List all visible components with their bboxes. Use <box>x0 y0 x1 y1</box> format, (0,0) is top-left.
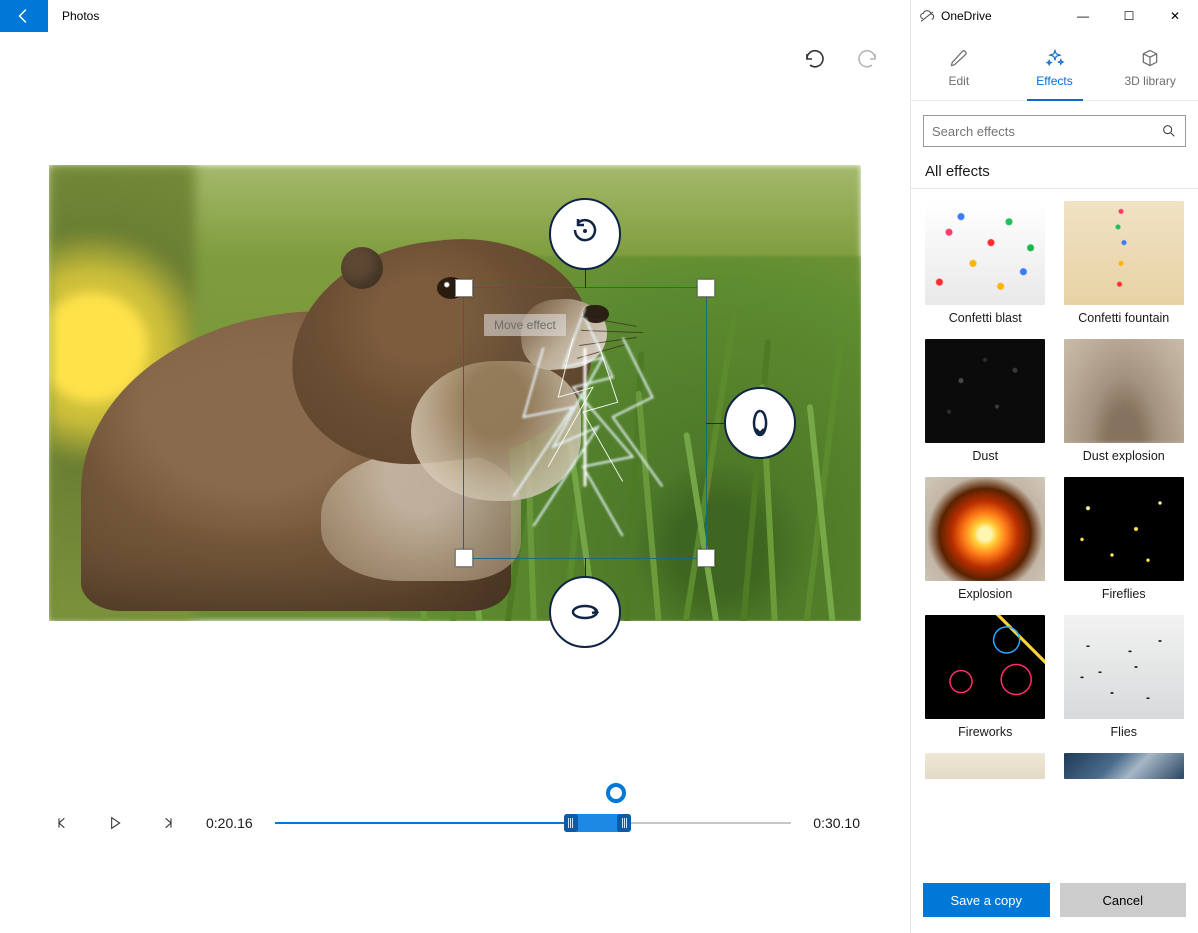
effect-thumb <box>1064 339 1184 443</box>
current-time: 0:20.16 <box>206 815 253 831</box>
play-button[interactable] <box>102 810 128 836</box>
effect-label: Confetti fountain <box>1078 311 1169 325</box>
frame-back-button[interactable] <box>50 810 76 836</box>
tab-effects-label: Effects <box>1036 74 1072 88</box>
effect-thumb <box>1064 477 1184 581</box>
back-button[interactable] <box>0 0 48 32</box>
tab-3d-library[interactable]: 3D library <box>1102 42 1198 100</box>
clip-handle-left[interactable] <box>564 814 578 832</box>
pencil-icon <box>949 48 969 68</box>
search-icon <box>1161 123 1177 139</box>
search-effects[interactable] <box>923 115 1186 147</box>
effect-label: Confetti blast <box>949 311 1022 325</box>
tab-edit[interactable]: Edit <box>911 42 1007 100</box>
cube-icon <box>1140 48 1160 68</box>
side-panel: OneDrive — ☐ ✕ Edit Effects 3D library A… <box>910 0 1198 933</box>
side-title-bar: OneDrive — ☐ ✕ <box>911 0 1198 32</box>
effect-thumb <box>925 339 1045 443</box>
effect-confetti-fountain[interactable]: Confetti fountain <box>1062 201 1187 325</box>
onedrive-icon <box>919 8 935 24</box>
effect-thumb <box>925 753 1045 779</box>
effect-thumb <box>1064 753 1184 779</box>
tab-edit-label: Edit <box>948 74 969 88</box>
move-effect-tooltip: Move effect <box>484 314 566 336</box>
arrow-left-icon <box>15 7 33 25</box>
search-input[interactable] <box>932 124 1161 139</box>
effect-label: Dust <box>972 449 998 463</box>
cancel-button[interactable]: Cancel <box>1060 883 1187 917</box>
effect-label: Dust explosion <box>1083 449 1165 463</box>
section-all-effects: All effects <box>911 155 1198 189</box>
effect-partial-2[interactable] <box>1062 753 1187 779</box>
effects-grid[interactable]: Confetti blast Confetti fountain Dust Du… <box>911 189 1198 873</box>
title-bar: Photos <box>0 0 910 32</box>
sparkle-icon <box>1045 48 1065 68</box>
tabs: Edit Effects 3D library <box>911 32 1198 101</box>
effect-thumb <box>925 477 1045 581</box>
video-frame[interactable]: Move effect <box>49 165 861 621</box>
effect-label: Explosion <box>958 587 1012 601</box>
close-button[interactable]: ✕ <box>1152 0 1198 32</box>
effect-dust[interactable]: Dust <box>923 339 1048 463</box>
effect-thumb <box>925 201 1045 305</box>
rotate-y-control[interactable] <box>724 387 796 459</box>
effect-explosion[interactable]: Explosion <box>923 477 1048 601</box>
editor-pane: Photos <box>0 0 910 933</box>
effect-partial-1[interactable] <box>923 753 1048 779</box>
resize-handle-top-left[interactable] <box>455 279 473 297</box>
tab-effects[interactable]: Effects <box>1007 42 1103 100</box>
effect-thumb <box>1064 615 1184 719</box>
effect-clip[interactable] <box>564 814 631 832</box>
effect-label: Fireworks <box>958 725 1012 739</box>
resize-handle-bottom-right[interactable] <box>697 549 715 567</box>
footer-buttons: Save a copy Cancel <box>911 873 1198 933</box>
rotate-x-control[interactable] <box>549 576 621 648</box>
minimize-button[interactable]: — <box>1060 0 1106 32</box>
canvas-area: Move effect <box>0 32 910 753</box>
app-title: Photos <box>62 9 99 23</box>
effect-bounding-box[interactable]: Move effect <box>463 287 707 559</box>
effect-thumb <box>1064 201 1184 305</box>
timeline-track[interactable] <box>275 803 792 843</box>
effect-confetti-blast[interactable]: Confetti blast <box>923 201 1048 325</box>
effect-label: Flies <box>1111 725 1137 739</box>
frame-forward-button[interactable] <box>154 810 180 836</box>
onedrive-label: OneDrive <box>941 9 992 23</box>
effect-fireflies[interactable]: Fireflies <box>1062 477 1187 601</box>
effect-label: Fireflies <box>1102 587 1146 601</box>
timeline: 0:20.16 0:30.10 <box>0 753 910 933</box>
effect-flies[interactable]: Flies <box>1062 615 1187 739</box>
clip-handle-right[interactable] <box>617 814 631 832</box>
effect-dust-explosion[interactable]: Dust explosion <box>1062 339 1187 463</box>
resize-handle-top-right[interactable] <box>697 279 715 297</box>
playhead[interactable] <box>606 783 626 803</box>
maximize-button[interactable]: ☐ <box>1106 0 1152 32</box>
effect-fireworks[interactable]: Fireworks <box>923 615 1048 739</box>
effect-thumb <box>925 615 1045 719</box>
resize-handle-bottom-left[interactable] <box>455 549 473 567</box>
rotate-z-control[interactable] <box>549 198 621 270</box>
save-copy-button[interactable]: Save a copy <box>923 883 1050 917</box>
tab-3d-label: 3D library <box>1125 74 1176 88</box>
duration-time: 0:30.10 <box>813 815 860 831</box>
